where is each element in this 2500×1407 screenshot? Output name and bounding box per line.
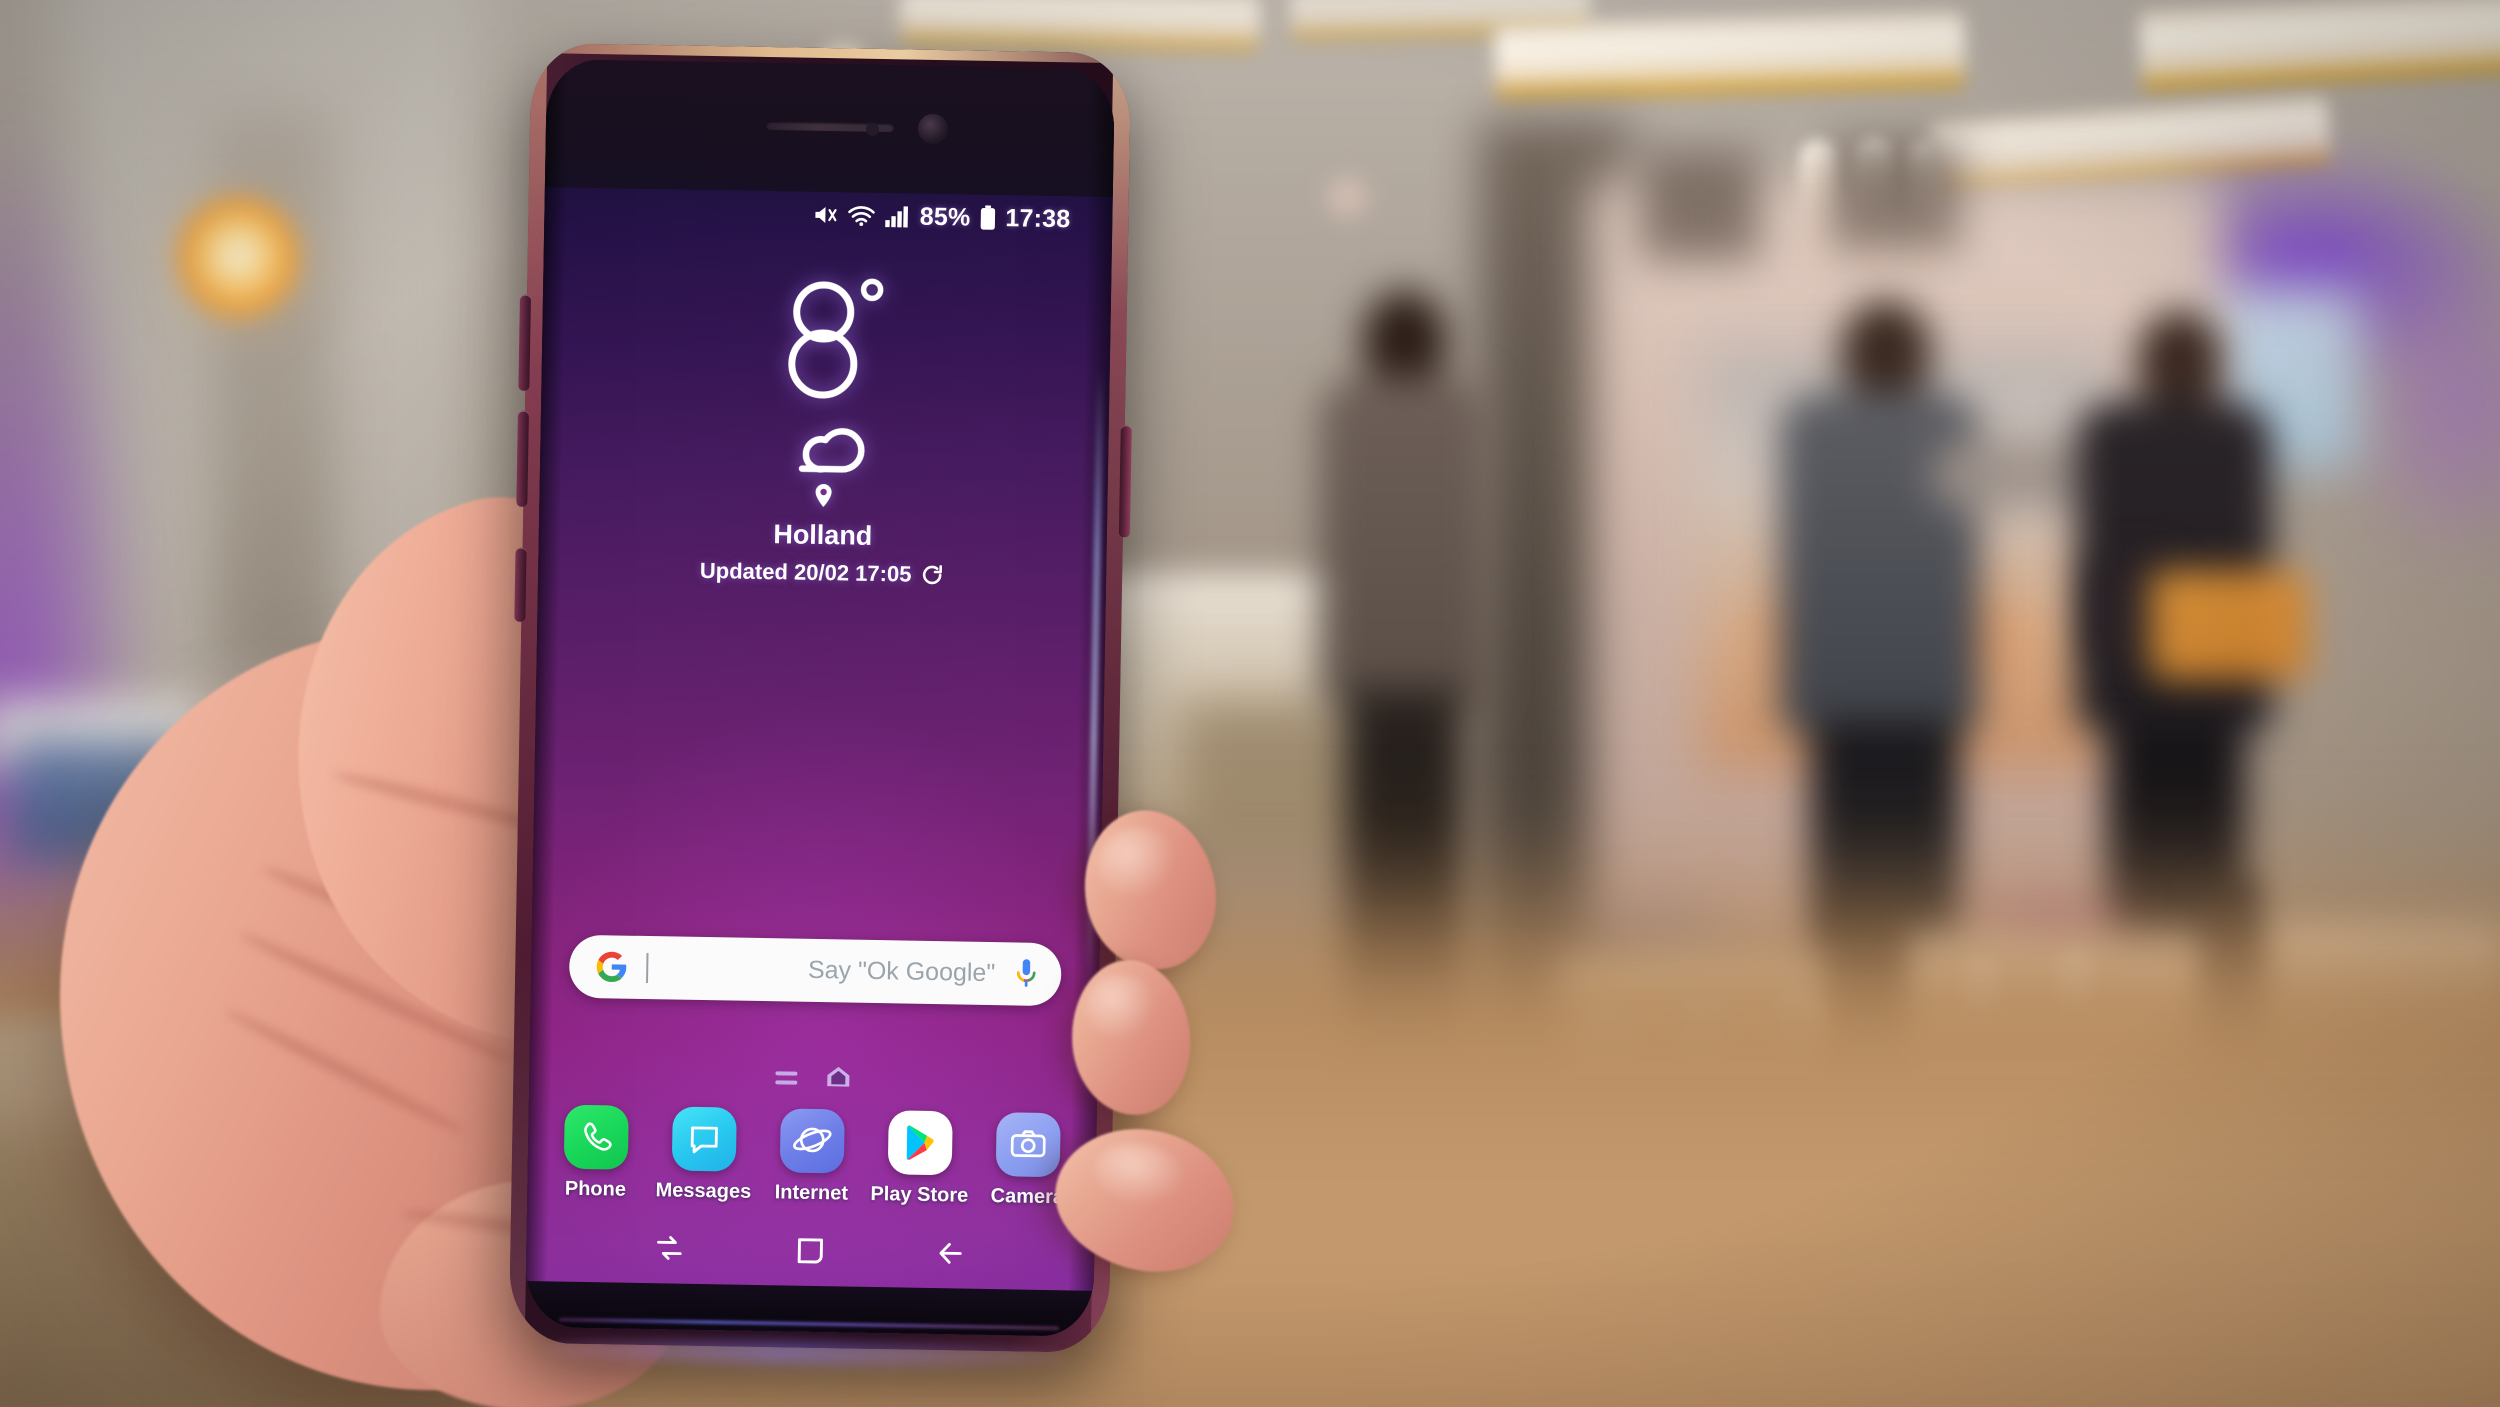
home-page-icon[interactable]	[825, 1064, 852, 1093]
smartphone: 85% 17:38 Holland Updated 20/02 17:05 Sa…	[508, 42, 1132, 1369]
phone-icon[interactable]	[563, 1104, 629, 1170]
dock-app-label: Play Store	[870, 1182, 969, 1207]
search-input[interactable]: Say "Ok Google"	[648, 953, 1013, 988]
dock-app-internet[interactable]: Internet	[770, 1108, 854, 1205]
status-bar-time: 17:38	[1005, 203, 1071, 233]
play-store-icon[interactable]	[887, 1110, 953, 1176]
microphone-icon[interactable]	[1013, 957, 1040, 991]
wifi-icon	[848, 203, 876, 227]
dock-app-phone[interactable]: Phone	[554, 1104, 638, 1201]
app-dock: Phone Messages Internet Play Store Camer…	[527, 1104, 1097, 1210]
ceiling-light-strip	[1494, 11, 1966, 101]
scene-held-object	[2150, 570, 2310, 680]
home-icon[interactable]	[771, 1224, 850, 1277]
phone-frame: 85% 17:38 Holland Updated 20/02 17:05 Sa…	[508, 42, 1132, 1354]
weather-location: Holland	[773, 519, 873, 551]
volume-down-button[interactable]	[516, 410, 529, 507]
weather-updated-text: Updated 20/02 17:05	[699, 557, 912, 587]
scene-wall-block	[1640, 150, 1760, 260]
google-search-bar[interactable]: Say "Ok Google"	[568, 934, 1062, 1007]
dock-app-messages[interactable]: Messages	[655, 1106, 751, 1203]
bezel-reflection	[559, 1317, 1060, 1331]
proximity-sensor-icon	[865, 122, 880, 136]
power-button[interactable]	[1118, 425, 1132, 538]
phone-screen[interactable]: 85% 17:38 Holland Updated 20/02 17:05 Sa…	[524, 59, 1116, 1337]
lines-page-icon[interactable]	[775, 1071, 798, 1085]
bottom-bezel	[524, 1280, 1094, 1337]
navigation-bar	[526, 1211, 1095, 1291]
bokeh-lamp	[176, 196, 300, 320]
dock-app-play-store[interactable]: Play Store	[870, 1110, 968, 1207]
recents-icon[interactable]	[630, 1222, 709, 1275]
weather-widget[interactable]: Holland Updated 20/02 17:05	[538, 259, 1112, 591]
location-pin-icon	[815, 484, 832, 508]
bixby-button[interactable]	[514, 547, 527, 622]
battery-percent: 85%	[919, 202, 971, 232]
ceiling-light-strip	[899, 0, 1261, 52]
refresh-icon[interactable]	[920, 563, 944, 587]
dock-app-camera[interactable]: Camera	[986, 1112, 1070, 1209]
internet-icon[interactable]	[779, 1108, 845, 1174]
weather-condition	[540, 404, 1109, 487]
volume-up-button[interactable]	[518, 294, 531, 391]
camera-icon[interactable]	[995, 1112, 1061, 1178]
google-g-icon	[596, 951, 627, 983]
dock-app-label: Internet	[774, 1181, 849, 1205]
dock-app-label: Phone	[564, 1177, 627, 1201]
top-bezel	[544, 59, 1116, 198]
temperature-value-icon	[788, 278, 884, 399]
temperature-display	[778, 263, 892, 405]
front-camera	[917, 113, 949, 145]
scene-wall-block	[1830, 140, 1960, 250]
dock-app-label: Messages	[655, 1179, 752, 1203]
back-icon[interactable]	[912, 1227, 991, 1280]
mute-icon	[813, 203, 839, 227]
signal-bars-icon	[885, 204, 911, 228]
messages-icon[interactable]	[671, 1106, 737, 1172]
battery-icon	[979, 205, 996, 231]
bokeh-light	[1320, 170, 1374, 224]
dock-app-label: Camera	[990, 1185, 1065, 1209]
cloud-icon	[798, 428, 865, 473]
